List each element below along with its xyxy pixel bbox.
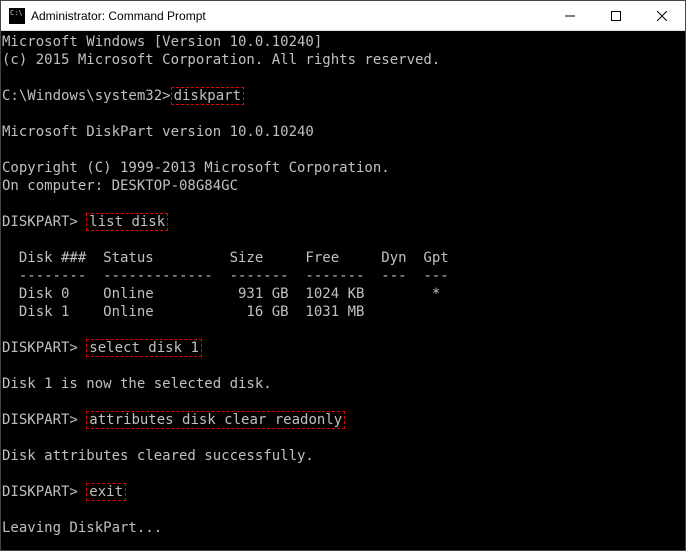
close-icon	[657, 11, 667, 21]
diskpart-prompt: DISKPART>	[2, 484, 86, 500]
minimize-icon	[565, 11, 575, 21]
version-line: Microsoft Windows [Version 10.0.10240]	[2, 34, 322, 50]
select-result: Disk 1 is now the selected disk.	[2, 376, 272, 392]
titlebar[interactable]: Administrator: Command Prompt	[1, 1, 685, 31]
diskpart-copyright: Copyright (C) 1999-2013 Microsoft Corpor…	[2, 160, 390, 176]
diskpart-prompt: DISKPART>	[2, 340, 86, 356]
diskpart-prompt: DISKPART>	[2, 214, 86, 230]
attrib-result: Disk attributes cleared successfully.	[2, 448, 314, 464]
table-row: Disk 0 Online 931 GB 1024 KB *	[2, 286, 440, 302]
cmd-icon	[9, 8, 25, 24]
copyright-line: (c) 2015 Microsoft Corporation. All righ…	[2, 52, 440, 68]
window-controls	[547, 1, 685, 30]
terminal-output[interactable]: Microsoft Windows [Version 10.0.10240] (…	[1, 31, 685, 550]
diskpart-prompt: DISKPART>	[2, 412, 86, 428]
diskpart-version: Microsoft DiskPart version 10.0.10240	[2, 124, 314, 140]
close-button[interactable]	[639, 1, 685, 31]
cmd-list-disk: list disk	[86, 213, 168, 231]
table-header: Disk ### Status Size Free Dyn Gpt	[2, 250, 449, 266]
cmd-diskpart: diskpart	[171, 87, 244, 105]
diskpart-computer: On computer: DESKTOP-08G84GC	[2, 178, 238, 194]
prompt-path: C:\Windows\system32>	[2, 88, 171, 104]
minimize-button[interactable]	[547, 1, 593, 31]
command-prompt-window: Administrator: Command Prompt Microsoft …	[0, 0, 686, 551]
maximize-button[interactable]	[593, 1, 639, 31]
window-title: Administrator: Command Prompt	[31, 9, 547, 23]
table-divider: -------- ------------- ------- ------- -…	[2, 268, 449, 284]
cmd-exit: exit	[86, 483, 126, 501]
table-row: Disk 1 Online 16 GB 1031 MB	[2, 304, 364, 320]
cmd-select-disk: select disk 1	[86, 339, 202, 357]
maximize-icon	[611, 11, 621, 21]
leaving-diskpart: Leaving DiskPart...	[2, 520, 162, 536]
cmd-attributes: attributes disk clear readonly	[86, 411, 345, 429]
